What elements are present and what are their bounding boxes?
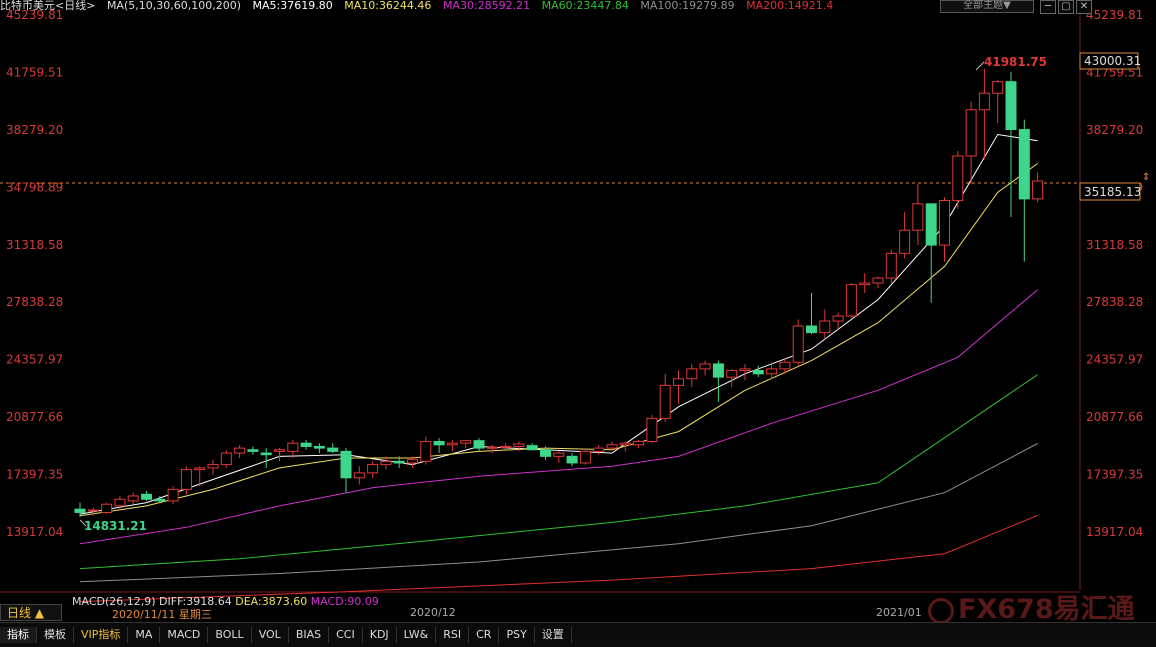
- ma5-value: MA5:37619.80: [252, 0, 333, 12]
- tab-cci[interactable]: CCI: [329, 627, 363, 643]
- ma-config[interactable]: MA(5,10,30,60,100,200): [107, 0, 241, 12]
- fx678-logo-icon: [928, 597, 954, 624]
- close-icon[interactable]: ✕: [1076, 0, 1092, 14]
- left-price-label: 13917.04: [6, 525, 63, 539]
- candlestick-chart[interactable]: 45239.81 41759.51 38279.20 34798.89 31318.58…: [0, 0, 1156, 646]
- tab-kdj[interactable]: KDJ: [363, 627, 397, 643]
- right-price-label: 20877.66: [1086, 410, 1143, 424]
- candle[interactable]: [885, 250, 897, 284]
- right-price-label: 45239.81: [1086, 8, 1143, 22]
- current-price-value: 35185.13: [1084, 185, 1141, 199]
- candle[interactable]: [792, 319, 804, 366]
- left-price-label: 20877.66: [6, 410, 63, 424]
- left-price-label: 38279.20: [6, 123, 63, 137]
- tab-indicators[interactable]: 指标: [0, 627, 37, 643]
- left-price-label: 31318.58: [6, 238, 63, 252]
- tab-boll[interactable]: BOLL: [208, 627, 252, 643]
- instrument-title[interactable]: 比特币美元<日线>: [0, 0, 95, 12]
- ma200-value: MA200:14921.4: [746, 0, 834, 12]
- tab-bias[interactable]: BIAS: [289, 627, 330, 643]
- tab-templates[interactable]: 模板: [37, 627, 74, 643]
- month-label-dec: 2020/12: [410, 606, 456, 619]
- right-price-label: 17397.35: [1086, 468, 1143, 482]
- ma60-value: MA60:23447.84: [541, 0, 629, 12]
- indicator-tabbar: 指标 模板 VIP指标 MA MACD BOLL VOL BIAS CCI KD…: [0, 622, 1156, 647]
- period-selector[interactable]: 日线 ▲: [0, 604, 62, 621]
- left-price-label: 27838.28: [6, 295, 63, 309]
- restore-icon[interactable]: ▢: [1058, 0, 1074, 14]
- ma10-value: MA10:36244.46: [344, 0, 432, 12]
- cursor-date: 2020/11/11 星期三: [112, 606, 212, 622]
- left-price-label: 34798.89: [6, 180, 63, 194]
- left-price-label: 17397.35: [6, 468, 63, 482]
- tab-lw[interactable]: LW&: [397, 627, 437, 643]
- tab-vip-indicators[interactable]: VIP指标: [74, 627, 129, 643]
- right-price-label: 24357.97: [1086, 353, 1143, 367]
- right-price-label: 38279.20: [1086, 123, 1143, 137]
- tab-rsi[interactable]: RSI: [436, 627, 470, 643]
- left-price-label: 41759.51: [6, 65, 63, 79]
- tab-ma[interactable]: MA: [128, 627, 161, 643]
- tab-cr[interactable]: CR: [469, 627, 500, 643]
- candle[interactable]: [646, 415, 658, 444]
- indicator-header: 比特币美元<日线> MA(5,10,30,60,100,200) MA5:376…: [0, 0, 1080, 13]
- tab-settings[interactable]: 设置: [535, 627, 572, 643]
- tab-psy[interactable]: PSY: [499, 627, 535, 643]
- watermark-text: FX678易汇通: [958, 594, 1135, 625]
- ma30-value: MA30:28592.21: [442, 0, 531, 12]
- right-price-label: 13917.04: [1086, 525, 1143, 539]
- candle[interactable]: [952, 151, 964, 209]
- ma100-value: MA100:19279.89: [640, 0, 735, 12]
- right-price-label: 31318.58: [1086, 238, 1143, 252]
- right-price-label: 27838.28: [1086, 295, 1143, 309]
- candle[interactable]: [101, 502, 113, 515]
- low-annotation: 14831.21: [84, 519, 147, 533]
- tab-macd[interactable]: MACD: [160, 627, 209, 643]
- minimize-icon[interactable]: ─: [1040, 0, 1056, 14]
- date-axis: 2020/11/11 星期三 2020/12 2021/01: [0, 604, 1080, 622]
- price-arrow-icon: ⇕: [1142, 172, 1150, 183]
- candle[interactable]: [845, 283, 857, 318]
- tab-vol[interactable]: VOL: [252, 627, 289, 643]
- chart-window: 45239.81 41759.51 38279.20 34798.89 31318.58…: [0, 0, 1156, 647]
- high-annotation: 41981.75: [984, 55, 1047, 69]
- hover-price-value: 43000.31: [1084, 54, 1141, 68]
- left-price-label: 24357.97: [6, 353, 63, 367]
- theme-dropdown-button[interactable]: 全部主题▼: [940, 0, 1034, 13]
- month-label-jan: 2021/01: [876, 606, 922, 619]
